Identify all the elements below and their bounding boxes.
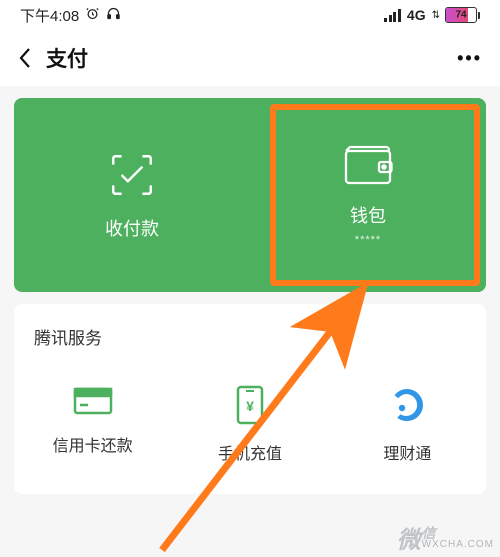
battery-percent: 74 [446, 10, 476, 21]
service-label: 手机充值 [218, 440, 282, 464]
svg-text:¥: ¥ [246, 398, 254, 414]
service-wealth[interactable]: 理财通 [329, 385, 486, 494]
back-icon[interactable] [18, 47, 32, 69]
wealth-icon [387, 385, 427, 430]
signal-strength-icon [384, 9, 401, 22]
service-label: 信用卡还款 [53, 432, 133, 456]
page-title: 支付 [46, 43, 88, 73]
watermark-url: WXCHA.COM [422, 540, 494, 550]
service-label: 理财通 [383, 440, 431, 464]
services-heading: 腾讯服务 [14, 304, 486, 385]
qr-scan-icon [107, 150, 157, 205]
statusbar-time: 下午4:08 [20, 5, 79, 26]
status-bar: 下午4:08 4G ⇅ 74 [0, 0, 500, 30]
network-label: 4G [407, 7, 426, 23]
service-mobile-topup[interactable]: ¥ 手机充值 [171, 385, 328, 494]
pay-receive-label: 收付款 [105, 215, 159, 241]
payment-card: 收付款 钱包 ***** [14, 98, 486, 292]
headphones-icon [106, 6, 121, 25]
services-panel: 腾讯服务 信用卡还款 ¥ 手机充值 [14, 304, 486, 494]
credit-card-icon [73, 385, 113, 422]
pay-receive-button[interactable]: 收付款 [14, 98, 250, 292]
watermark-brand: 微 [397, 520, 420, 555]
mobile-topup-icon: ¥ [236, 385, 264, 430]
battery-icon: 74 [445, 7, 480, 23]
more-icon[interactable]: ••• [457, 48, 482, 69]
service-credit-card[interactable]: 信用卡还款 [14, 385, 171, 494]
page-header: 支付 ••• [0, 30, 500, 86]
data-arrows-icon: ⇅ [432, 10, 439, 21]
tutorial-highlight [270, 104, 480, 286]
watermark: 微 信 WXCHA.COM [397, 520, 494, 555]
alarm-icon [85, 6, 100, 25]
